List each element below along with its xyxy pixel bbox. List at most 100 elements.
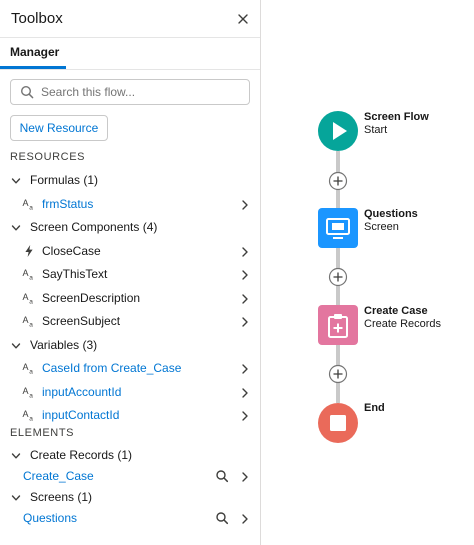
text-type-icon: Aa <box>22 291 36 306</box>
elements-heading: ELEMENTS <box>10 427 75 439</box>
text-type-icon: Aa <box>22 197 36 212</box>
resource-item[interactable]: CloseCase <box>0 240 260 262</box>
flow-node-title: End <box>364 402 385 414</box>
resource-item-label[interactable]: inputContactId <box>42 408 119 422</box>
svg-text:a: a <box>29 204 33 211</box>
element-group-label: Screens (1) <box>30 490 93 504</box>
chevron-down-icon[interactable] <box>10 491 22 503</box>
svg-text:A: A <box>23 362 29 372</box>
flow-node[interactable] <box>318 208 358 248</box>
search-box[interactable] <box>10 79 250 105</box>
search-icon <box>20 85 34 99</box>
svg-text:a: a <box>29 298 33 305</box>
element-group[interactable]: Create Records (1) <box>0 444 260 466</box>
new-resource-button[interactable]: New Resource <box>10 115 108 141</box>
chevron-right-icon[interactable] <box>240 245 250 257</box>
chevron-down-icon[interactable] <box>10 174 22 186</box>
chevron-right-icon[interactable] <box>240 362 250 374</box>
toolbox-tabs: Manager <box>0 38 260 70</box>
flow-node-title: Questions <box>364 208 418 220</box>
toolbox-header: Toolbox <box>0 0 260 38</box>
flow-node[interactable] <box>318 111 358 151</box>
svg-text:a: a <box>29 392 33 399</box>
search-icon[interactable] <box>215 469 229 483</box>
resource-group[interactable]: Screen Components (4) <box>0 216 260 238</box>
flow-node-subtitle: Screen <box>364 221 399 233</box>
svg-text:a: a <box>29 369 33 376</box>
resource-item-label[interactable]: frmStatus <box>42 197 93 211</box>
svg-text:A: A <box>23 198 29 208</box>
element-group-label: Create Records (1) <box>30 448 133 462</box>
element-item-label[interactable]: Create_Case <box>23 469 94 483</box>
flow-node-title: Create Case <box>364 305 428 317</box>
flow-node-label: Screen Flow Start <box>364 111 429 136</box>
text-type-icon: Aa <box>22 385 36 400</box>
svg-text:A: A <box>23 409 29 419</box>
element-group[interactable]: Screens (1) <box>0 486 260 508</box>
flow-diagram <box>318 111 358 443</box>
resource-item-label[interactable]: inputAccountId <box>42 385 121 399</box>
add-element-button[interactable] <box>328 364 348 384</box>
text-type-icon: Aa <box>22 314 36 329</box>
svg-text:A: A <box>23 268 29 278</box>
resource-item-label: CloseCase <box>42 243 101 258</box>
chevron-down-icon[interactable] <box>10 339 22 351</box>
resource-group-label: Screen Components (4) <box>30 220 158 234</box>
resource-item[interactable]: Aa SayThisText <box>0 263 260 285</box>
flow-node-label: Create Case Create Records <box>364 305 441 330</box>
tab-manager[interactable]: Manager <box>0 38 66 69</box>
svg-text:A: A <box>23 292 29 302</box>
add-element-button[interactable] <box>328 267 348 287</box>
element-item-label[interactable]: Questions <box>23 511 77 525</box>
resource-item[interactable]: Aa frmStatus <box>0 193 260 215</box>
resource-item[interactable]: Aa ScreenDescription <box>0 287 260 309</box>
text-type-icon: Aa <box>22 408 36 423</box>
flow-canvas <box>262 0 474 545</box>
resource-group-label: Variables (3) <box>30 337 98 352</box>
svg-text:A: A <box>23 315 29 325</box>
flow-node-title: Screen Flow <box>364 111 429 123</box>
search-icon[interactable] <box>215 511 229 525</box>
resource-item-label: ScreenSubject <box>42 314 121 328</box>
flow-node-label: Questions Screen <box>364 208 418 233</box>
text-type-icon: Aa <box>22 361 36 376</box>
element-item[interactable]: Questions <box>0 507 260 529</box>
resource-group[interactable]: Variables (3) <box>0 334 260 356</box>
chevron-right-icon[interactable] <box>240 315 250 327</box>
flow-node[interactable] <box>318 305 358 345</box>
resource-item[interactable]: Aa CaseId from Create_Case <box>0 357 260 379</box>
svg-text:A: A <box>23 386 29 396</box>
resource-item-label[interactable]: CaseId from Create_Case <box>42 361 181 375</box>
bolt-icon <box>22 244 36 258</box>
chevron-down-icon[interactable] <box>10 221 22 233</box>
close-icon[interactable] <box>234 10 252 28</box>
chevron-right-icon[interactable] <box>240 386 250 398</box>
resource-item-label: ScreenDescription <box>42 290 141 305</box>
flow-node[interactable] <box>318 403 358 443</box>
resources-heading: RESOURCES <box>10 151 86 163</box>
element-item[interactable]: Create_Case <box>0 465 260 487</box>
chevron-right-icon[interactable] <box>240 292 250 304</box>
resource-item-label: SayThisText <box>42 267 108 281</box>
chevron-right-icon[interactable] <box>240 409 250 421</box>
chevron-right-icon[interactable] <box>240 512 250 524</box>
search-input[interactable] <box>41 85 241 99</box>
stop-icon <box>330 415 346 431</box>
resource-group-label: Formulas (1) <box>30 173 99 187</box>
toolbox-title: Toolbox <box>11 10 63 27</box>
flow-node-subtitle: Start <box>364 124 388 136</box>
chevron-right-icon[interactable] <box>240 268 250 280</box>
chevron-right-icon[interactable] <box>240 198 250 210</box>
resource-item[interactable]: Aa inputAccountId <box>0 381 260 403</box>
resource-item[interactable]: Aa inputContactId <box>0 404 260 426</box>
resource-group[interactable]: Formulas (1) <box>0 169 260 191</box>
svg-text:a: a <box>29 275 33 282</box>
flow-node-label: End <box>364 402 385 414</box>
svg-text:a: a <box>29 416 33 423</box>
add-element-button[interactable] <box>328 171 348 191</box>
resource-item[interactable]: Aa ScreenSubject <box>0 310 260 332</box>
chevron-right-icon[interactable] <box>240 470 250 482</box>
text-type-icon: Aa <box>22 267 36 282</box>
svg-text:a: a <box>29 322 33 329</box>
chevron-down-icon[interactable] <box>10 449 22 461</box>
